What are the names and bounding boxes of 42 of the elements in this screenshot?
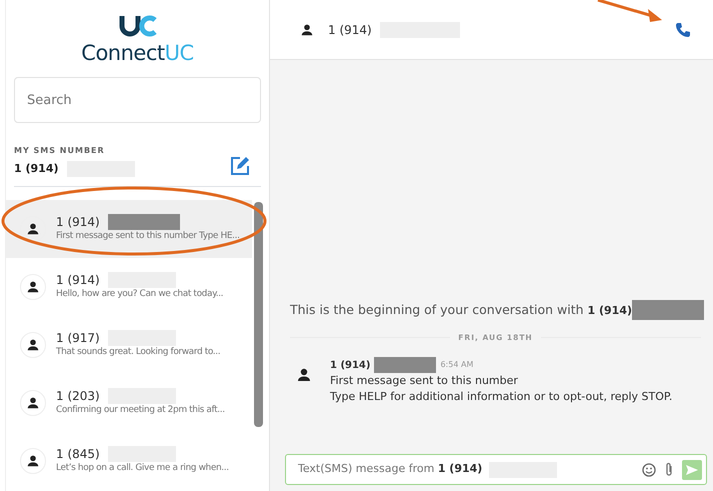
person-icon: [26, 222, 40, 236]
attachment-icon[interactable]: [664, 462, 674, 477]
message-preview: Hello, how are you? Can we chat today...: [56, 288, 224, 301]
redaction-bar: [374, 357, 436, 374]
search-field[interactable]: Search: [14, 77, 261, 124]
conversation-item[interactable]: 1 (203) Confirming our meeting at 2pm this aft...: [6, 374, 252, 432]
message-preview: Let’s hop on a call. Give me a ring when...: [56, 462, 229, 475]
person-icon: [300, 22, 314, 36]
logo-mark-icon: [118, 14, 158, 38]
message-text: First message sent to this number: [330, 373, 519, 389]
message-preview: Confirming our meeting at 2pm this aft...: [56, 404, 225, 417]
message-time: 6:54 AM: [440, 359, 474, 372]
send-icon: [685, 464, 699, 476]
person-icon: [26, 454, 40, 468]
intro-text: This is the beginning of your conversation with 1 (914): [290, 300, 632, 319]
emoji-icon[interactable]: [642, 462, 656, 476]
message-preview: First message sent to this number Type HE...: [56, 230, 240, 243]
contact-number: 1 (845): [56, 446, 100, 462]
message-text: Type HELP for additional information or to opt-out, reply STOP.: [330, 388, 672, 404]
conversation-item[interactable]: 1 (914) Hello, how are you? Can we chat today...: [6, 258, 252, 316]
message-preview: That sounds great. Looking forward to...: [56, 346, 220, 359]
contact-number: 1 (917): [56, 330, 100, 346]
conversation-item[interactable]: 1 (914) First message sent to this number Type HE...: [6, 200, 252, 258]
person-icon: [26, 338, 40, 352]
person-icon: [26, 280, 40, 294]
logo-text: ConnectUC: [81, 42, 194, 66]
contact-number: 1 (203): [56, 388, 100, 404]
person-icon: [26, 396, 40, 410]
placeholder-text: Text(SMS) message from 1 (914): [298, 461, 482, 478]
field-label: MY SMS NUMBER: [14, 145, 106, 158]
conversation-item[interactable]: 1 (845) Let’s hop on a call. Give me a ring when...: [6, 432, 252, 490]
annotation-arrow: [598, 0, 662, 22]
sender-number: 1 (914): [330, 358, 370, 373]
scrollbar[interactable]: [254, 202, 263, 427]
contact-number: 1 (914): [328, 22, 372, 38]
phone-number: 1 (914): [14, 161, 58, 178]
person-icon: [296, 367, 312, 384]
contact-number: 1 (914): [56, 272, 100, 288]
message-field[interactable]: Text(SMS) message from 1 (914): [285, 454, 707, 485]
contact-number: 1 (914): [56, 214, 100, 230]
redaction-bar: [632, 300, 704, 320]
conversation-item[interactable]: 1 (917) That sounds great. Looking forward to...: [6, 316, 252, 374]
